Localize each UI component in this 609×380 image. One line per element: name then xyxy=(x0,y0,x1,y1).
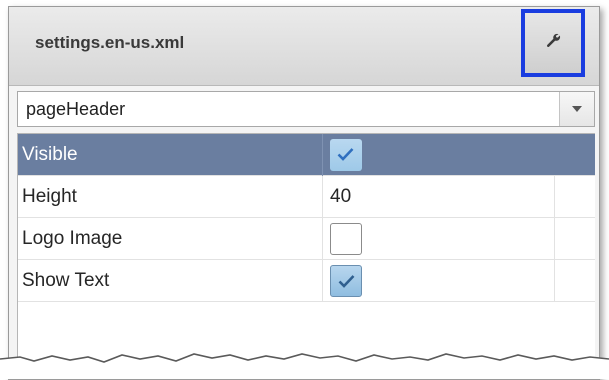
column-divider xyxy=(554,176,555,218)
show-text-checkbox[interactable] xyxy=(330,265,362,297)
section-dropdown-value: pageHeader xyxy=(26,99,125,120)
visible-checkbox[interactable] xyxy=(330,139,362,171)
torn-edge xyxy=(0,345,609,379)
column-divider xyxy=(554,218,555,260)
column-divider xyxy=(322,260,323,302)
panel-header: settings.en-us.xml xyxy=(9,7,599,86)
property-row-visible[interactable]: Visible xyxy=(18,134,595,176)
property-row-show-text[interactable]: Show Text xyxy=(18,260,595,302)
column-divider xyxy=(554,260,555,302)
property-name: Logo Image xyxy=(22,228,122,250)
check-icon xyxy=(338,274,355,288)
property-grid: Visible Height 40 Logo Image Show Text xyxy=(17,133,595,380)
panel-title: settings.en-us.xml xyxy=(35,33,184,53)
column-divider xyxy=(322,218,323,260)
column-divider xyxy=(322,176,323,218)
chevron-down-icon[interactable] xyxy=(559,92,594,126)
wrench-icon xyxy=(545,33,561,54)
property-name: Show Text xyxy=(22,270,109,292)
property-row-logo-image[interactable]: Logo Image xyxy=(18,218,595,260)
settings-panel: settings.en-us.xml pageHeader Visible He… xyxy=(8,6,600,380)
property-name: Height xyxy=(22,186,77,208)
property-name: Visible xyxy=(22,144,78,166)
column-divider xyxy=(322,134,323,176)
section-dropdown[interactable]: pageHeader xyxy=(17,91,595,127)
logo-image-checkbox[interactable] xyxy=(330,223,362,255)
check-icon xyxy=(337,147,354,161)
height-value[interactable]: 40 xyxy=(330,186,351,208)
property-row-height[interactable]: Height 40 xyxy=(18,176,595,218)
settings-button[interactable] xyxy=(521,9,585,77)
